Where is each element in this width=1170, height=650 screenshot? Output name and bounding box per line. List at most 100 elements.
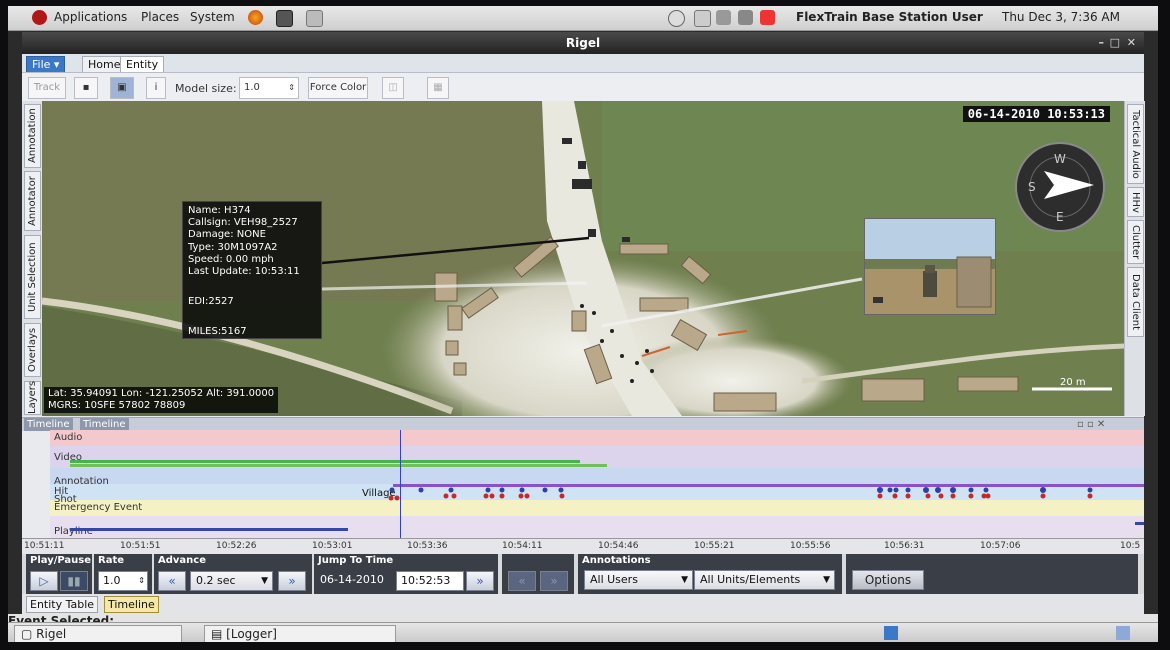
tick-label: 10:55:56 xyxy=(790,541,831,551)
time-ruler[interactable]: 10:51:11 10:51:51 10:52:26 10:53:01 10:5… xyxy=(22,538,1144,555)
event-markers[interactable] xyxy=(50,430,1144,538)
play-pause-group: Play/Pause ▷ ▮▮ xyxy=(26,554,92,594)
close-icon[interactable]: ✕ xyxy=(1127,32,1136,54)
tab-annotation[interactable]: Annotation xyxy=(24,104,41,168)
entity-miles: MILES:5167 xyxy=(188,326,247,338)
menu-places[interactable]: Places xyxy=(141,10,179,24)
taskbar-item-logger[interactable]: ▤ [Logger] xyxy=(204,625,396,642)
play-pause-label: Play/Pause xyxy=(30,555,92,566)
tab-entity[interactable]: Entity xyxy=(120,56,165,72)
tab-data-client[interactable]: Data Client xyxy=(1127,267,1144,337)
network-icon[interactable] xyxy=(738,10,753,25)
track-button[interactable]: Track xyxy=(28,77,66,99)
options-button[interactable]: Options xyxy=(852,570,924,590)
firefox-icon[interactable] xyxy=(248,10,263,25)
taskbar-item-rigel[interactable]: ▢ Rigel xyxy=(14,625,182,642)
clock[interactable]: Thu Dec 3, 7:36 AM xyxy=(1002,10,1120,24)
rate-input[interactable]: 1.0 ⇕ xyxy=(98,571,148,591)
tick-label: 10:54:46 xyxy=(598,541,639,551)
menu-system[interactable]: System xyxy=(190,10,235,24)
units-select[interactable]: All Units/Elements ▼ xyxy=(694,570,835,590)
tick-label: 10:52:26 xyxy=(216,541,257,551)
tab-entity-table[interactable]: Entity Table xyxy=(26,596,99,613)
options-group: Options xyxy=(846,554,1138,594)
session-user[interactable]: FlexTrain Base Station User xyxy=(796,10,983,24)
entity-edi: EDI:2527 xyxy=(188,296,234,308)
terminal-icon[interactable] xyxy=(276,10,293,27)
timeline-tracks[interactable]: Audio Video Annotation Hit Shot Emergenc… xyxy=(50,430,1144,538)
lat-lon-alt: Lat: 35.94091 Lon: -121.25052 Alt: 391.0… xyxy=(48,388,275,399)
chart-icon[interactable]: ◫ xyxy=(382,77,404,99)
prev-event-button[interactable]: « xyxy=(508,571,536,591)
tab-hhv[interactable]: HHv xyxy=(1127,187,1144,217)
next-event-button[interactable]: » xyxy=(540,571,568,591)
annotations-label: Annotations xyxy=(582,555,651,566)
jump-time-input[interactable]: 10:52:53 xyxy=(396,571,464,591)
play-button[interactable]: ▷ xyxy=(30,571,58,591)
left-panel-tabs: Annotation Annotator Unit Selection Over… xyxy=(22,101,43,416)
window-titlebar[interactable]: Rigel – □ ✕ xyxy=(22,32,1144,54)
update-icon[interactable] xyxy=(760,10,775,25)
tick-label: 10:51:11 xyxy=(24,541,65,551)
workspace-icon[interactable] xyxy=(884,626,898,640)
map-scale-label: 20 m xyxy=(1060,377,1086,388)
tick-label: 10:53:01 xyxy=(312,541,353,551)
maximize-icon[interactable]: □ xyxy=(1110,32,1120,54)
jump-go-button[interactable]: » xyxy=(466,571,494,591)
screen: Applications Places System FlexTrain Bas… xyxy=(8,6,1158,642)
jump-date[interactable]: 06-14-2010 xyxy=(320,573,384,586)
monitor-icon[interactable] xyxy=(694,10,711,27)
step-back-button[interactable]: « xyxy=(158,571,186,591)
pin-icon[interactable]: ▪ xyxy=(74,77,98,99)
tick-label: 10:57:06 xyxy=(980,541,1021,551)
tick-label: 10:54:11 xyxy=(502,541,543,551)
tick-label: 10:56:31 xyxy=(884,541,925,551)
jump-to-time-label: Jump To Time xyxy=(318,555,394,566)
entity-last-update: Last Update: 10:53:11 xyxy=(188,266,300,278)
nav-group: « » xyxy=(502,554,574,594)
info-icon[interactable]: i xyxy=(146,77,166,99)
video-feed-thumbnail[interactable] xyxy=(864,218,996,315)
model-size-label: Model size: xyxy=(175,82,237,95)
cursor-coordinates: Lat: 35.94091 Lon: -121.25052 Alt: 391.0… xyxy=(44,387,279,413)
minimize-icon[interactable]: – xyxy=(1099,32,1105,54)
rate-group: Rate 1.0 ⇕ xyxy=(94,554,152,594)
menu-applications[interactable]: Applications xyxy=(54,10,127,24)
map-datetime: 06-14-2010 10:53:13 xyxy=(962,106,1110,122)
svg-text:E: E xyxy=(1056,210,1064,224)
pause-button[interactable]: ▮▮ xyxy=(60,571,88,591)
advance-group: Advance « 0.2 sec ▼ » xyxy=(154,554,312,594)
entity-info-popup[interactable]: Name: H374 Callsign: VEH98_2527 Damage: … xyxy=(182,201,322,339)
step-forward-button[interactable]: » xyxy=(278,571,306,591)
tab-layers[interactable]: Layers xyxy=(24,381,41,415)
tick-label: 10:55:21 xyxy=(694,541,735,551)
trash-icon[interactable] xyxy=(1116,626,1130,640)
map-view[interactable]: 06-14-2010 10:53:13 W S E Name: H374 Cal… xyxy=(42,101,1124,416)
bottom-tabs: Entity Table Timeline xyxy=(22,594,1144,614)
svg-text:S: S xyxy=(1028,180,1036,194)
model-size-input[interactable]: 1.0 ⇕ xyxy=(239,77,299,99)
advance-select[interactable]: 0.2 sec ▼ xyxy=(190,571,273,591)
fedora-logo-icon[interactable] xyxy=(32,10,47,25)
timeline-header: Timeline Timeline ▫ ▫ ✕ xyxy=(22,417,1144,431)
app-launcher-icon[interactable] xyxy=(306,10,323,27)
jump-to-time-group: Jump To Time 06-14-2010 10:52:53 » xyxy=(314,554,498,594)
tab-clutter[interactable]: Clutter xyxy=(1127,220,1144,264)
window-title: Rigel xyxy=(565,36,601,50)
grid-icon[interactable]: ▦ xyxy=(427,77,449,99)
save-icon[interactable]: ▣ xyxy=(110,77,134,99)
taskbar: ▢ Rigel ▤ [Logger] xyxy=(8,622,1158,642)
tab-timeline[interactable]: Timeline xyxy=(104,596,159,613)
volume-icon[interactable] xyxy=(716,10,731,25)
info-icon[interactable] xyxy=(668,10,685,27)
entity-speed: Speed: 0.00 mph xyxy=(188,253,274,265)
rigel-app: File ▾ Home Entity Track ▪ ▣ i Model siz… xyxy=(22,54,1145,614)
users-select[interactable]: All Users ▼ xyxy=(584,570,693,590)
tab-file[interactable]: File ▾ xyxy=(26,56,66,72)
force-color-button[interactable]: Force Color xyxy=(308,77,368,99)
tab-overlays[interactable]: Overlays xyxy=(24,323,41,377)
compass-icon[interactable]: W S E xyxy=(1014,141,1106,233)
tab-unit-selection[interactable]: Unit Selection xyxy=(24,235,41,319)
tab-annotator[interactable]: Annotator xyxy=(24,171,41,231)
tab-tactical-audio[interactable]: Tactical Audio xyxy=(1127,104,1144,184)
